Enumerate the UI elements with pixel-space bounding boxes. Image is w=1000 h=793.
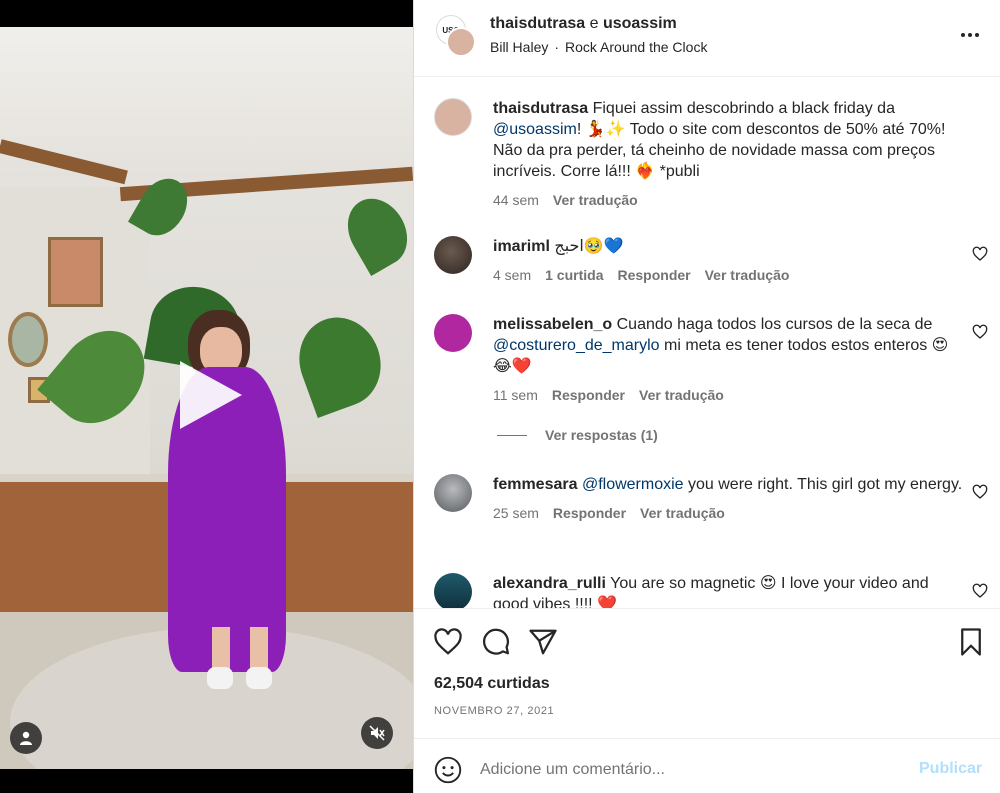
mute-button[interactable]	[361, 717, 393, 749]
tagged-user-button[interactable]	[10, 722, 42, 754]
scene-frame	[48, 237, 103, 307]
person-shoe	[207, 667, 233, 689]
post-panel: USO thaisdutrasa e usoassim Bill Haley ·…	[413, 0, 1000, 793]
mention-link[interactable]: @flowermoxie	[582, 476, 684, 493]
heart-icon[interactable]	[972, 324, 988, 340]
post-media[interactable]	[0, 0, 413, 793]
audio-separator: ·	[554, 39, 560, 55]
replies-divider	[497, 434, 527, 436]
avatar[interactable]	[434, 236, 472, 274]
caption-text: Fiquei assim descobrindo a black friday …	[592, 100, 895, 117]
post-header: USO thaisdutrasa e usoassim Bill Haley ·…	[414, 0, 1000, 77]
author-username[interactable]: thaisdutrasa	[490, 15, 585, 32]
author-conjunction: e	[589, 15, 599, 32]
post-actions: 62,504 curtidas NOVEMBRO 27, 2021	[414, 608, 1000, 738]
comment-time: 4 sem	[493, 267, 532, 283]
translate-button[interactable]: Ver tradução	[553, 190, 638, 211]
reply-button[interactable]: Responder	[553, 503, 626, 524]
comment-meta: 44 sem Ver tradução	[493, 190, 963, 211]
comment-icon[interactable]	[481, 627, 511, 657]
comment-text: احبج🥹💙	[554, 238, 624, 255]
view-replies-label: Ver respostas (1)	[545, 427, 658, 443]
comment-body: femmesara @flowermoxie you were right. T…	[493, 474, 963, 524]
comment-text: Cuando haga todos los cursos de la seca …	[616, 316, 933, 333]
reply-button[interactable]: Responder	[617, 265, 690, 286]
comments-list[interactable]: thaisdutrasa Fiquei assim descobrindo a …	[414, 78, 1000, 608]
translate-button[interactable]: Ver tradução	[639, 385, 724, 406]
post-authors: thaisdutrasa e usoassim	[490, 15, 677, 33]
caption-body: thaisdutrasa Fiquei assim descobrindo a …	[493, 98, 963, 211]
comment-text: you were right. This girl got my energy.	[683, 476, 963, 493]
comment-body: alexandra_rulli You are so magnetic 😍 I …	[493, 573, 963, 608]
emoji-icon[interactable]	[434, 756, 462, 784]
heart-icon[interactable]	[972, 246, 988, 262]
more-options-button[interactable]	[957, 22, 983, 48]
avatar[interactable]	[434, 573, 472, 608]
comment-meta: 11 sem Responder Ver tradução	[493, 385, 963, 406]
scene-plant	[287, 306, 393, 418]
user-icon	[20, 731, 32, 745]
publish-button[interactable]: Publicar	[919, 760, 982, 778]
heart-icon[interactable]	[433, 627, 463, 657]
muted-speaker-icon	[369, 725, 385, 741]
more-horizontal-icon	[961, 33, 979, 37]
translate-button[interactable]: Ver tradução	[640, 503, 725, 524]
share-icon[interactable]	[528, 627, 558, 657]
comment-username[interactable]: femmesara	[493, 476, 578, 493]
comment-input[interactable]	[480, 756, 900, 784]
person-shoe	[246, 667, 272, 689]
author-username[interactable]: usoassim	[603, 15, 677, 32]
play-icon[interactable]	[170, 355, 250, 435]
avatar[interactable]	[434, 314, 472, 352]
comment-body: melissabelen_o Cuando haga todos los cur…	[493, 314, 963, 406]
comment-time: 25 sem	[493, 505, 539, 521]
comment-body: imariml احبج🥹💙 4 sem 1 curtida Responder…	[493, 236, 963, 286]
translate-button[interactable]: Ver tradução	[705, 265, 790, 286]
comment-time: 44 sem	[493, 192, 539, 208]
post-date: NOVEMBRO 27, 2021	[434, 705, 555, 717]
comment-username[interactable]: imariml	[493, 238, 550, 255]
scene-mirror	[8, 312, 48, 367]
comment-meta: 4 sem 1 curtida Responder Ver tradução	[493, 265, 963, 286]
comment-username[interactable]: alexandra_rulli	[493, 575, 606, 592]
heart-icon[interactable]	[972, 484, 988, 500]
comment-likes[interactable]: 1 curtida	[545, 265, 603, 286]
comment-meta: 25 sem Responder Ver tradução	[493, 503, 963, 524]
audio-track[interactable]: Bill Haley · Rock Around the Clock	[490, 39, 707, 55]
scene-plant	[336, 187, 413, 277]
avatar[interactable]	[446, 27, 476, 57]
comment-username[interactable]: thaisdutrasa	[493, 100, 588, 117]
avatar[interactable]	[434, 474, 472, 512]
heart-icon[interactable]	[972, 583, 988, 599]
likes-count[interactable]: 62,504 curtidas	[434, 675, 550, 693]
reply-button[interactable]: Responder	[552, 385, 625, 406]
mention-link[interactable]: @costurero_de_marylo	[493, 337, 660, 354]
audio-artist: Bill Haley	[490, 39, 549, 55]
bookmark-icon[interactable]	[956, 627, 986, 657]
collab-avatars[interactable]: USO	[436, 15, 476, 57]
avatar[interactable]	[434, 98, 472, 136]
comment-time: 11 sem	[493, 387, 538, 403]
audio-title: Rock Around the Clock	[565, 39, 708, 55]
view-replies-button[interactable]: Ver respostas (1)	[497, 427, 658, 443]
comment-username[interactable]: melissabelen_o	[493, 316, 612, 333]
mention-link[interactable]: @usoassim	[493, 121, 577, 138]
comment-composer: Publicar	[414, 738, 1000, 793]
